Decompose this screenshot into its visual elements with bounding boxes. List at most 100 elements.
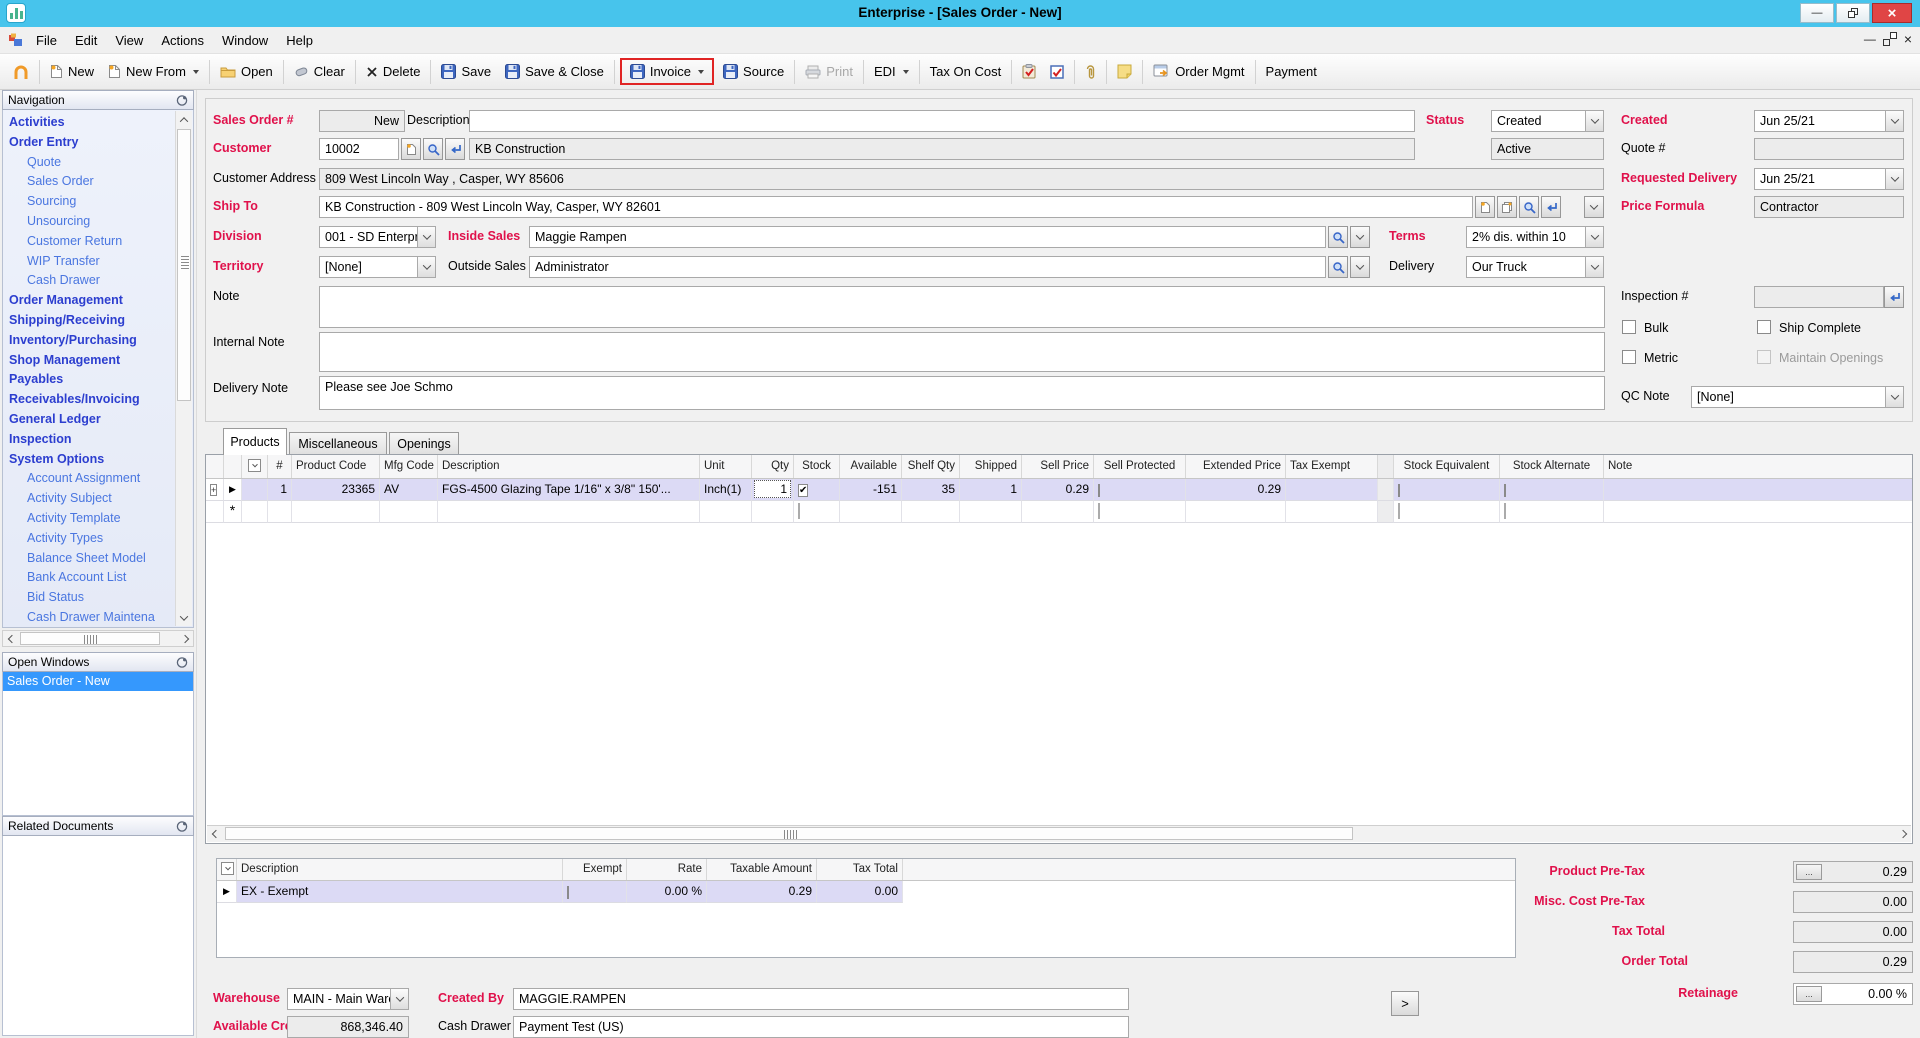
notes-button[interactable]: [1110, 60, 1139, 83]
grid-new-row[interactable]: *: [206, 501, 1912, 523]
attachments-button[interactable]: [1078, 60, 1103, 84]
nav-item-balance-sheet-model[interactable]: Balance Sheet Model: [3, 549, 173, 569]
ship-complete-checkbox[interactable]: [1757, 320, 1771, 334]
col-stock-alternate[interactable]: Stock Alternate: [1500, 455, 1604, 478]
col-tax-description[interactable]: Description: [237, 859, 563, 880]
division-combo[interactable]: 001 - SD Enterprise: [319, 226, 436, 248]
col-taxable-amount[interactable]: Taxable Amount: [707, 859, 817, 880]
nav-item-order-entry[interactable]: Order Entry: [3, 133, 173, 153]
nav-item-shipping-receiving[interactable]: Shipping/Receiving: [3, 311, 173, 331]
nav-item-customer-return[interactable]: Customer Return: [3, 232, 173, 252]
bulk-checkbox[interactable]: [1622, 320, 1636, 334]
edi-button[interactable]: EDI: [867, 60, 916, 83]
menu-view[interactable]: View: [106, 29, 152, 52]
col-description[interactable]: Description: [438, 455, 700, 478]
col-sell-protected[interactable]: Sell Protected: [1094, 455, 1186, 478]
scrollbar-thumb[interactable]: [177, 129, 191, 401]
grid-select-all[interactable]: [242, 455, 268, 478]
metric-checkbox[interactable]: [1622, 350, 1636, 364]
save-button[interactable]: Save: [434, 60, 498, 83]
ship-to-copy-button[interactable]: [1497, 196, 1517, 218]
nav-vertical-scrollbar[interactable]: [175, 111, 192, 626]
payment-button[interactable]: Payment: [1259, 60, 1324, 83]
chevron-down-icon[interactable]: [1885, 169, 1903, 189]
col-shelf-qty[interactable]: Shelf Qty: [902, 455, 960, 478]
terms-combo[interactable]: 2% dis. within 10: [1466, 226, 1604, 248]
nav-item-system-options[interactable]: System Options: [3, 450, 173, 470]
clear-button[interactable]: Clear: [287, 60, 352, 83]
stock-alternate-checkbox[interactable]: [1504, 484, 1506, 497]
restore-button[interactable]: [1836, 3, 1870, 23]
inside-sales-input[interactable]: Maggie Rampen: [529, 226, 1326, 248]
nav-horizontal-scrollbar[interactable]: [2, 630, 194, 647]
scroll-up-icon[interactable]: [176, 111, 192, 128]
menu-edit[interactable]: Edit: [66, 29, 106, 52]
new-from-button[interactable]: New From: [101, 60, 206, 83]
col-tax-exempt[interactable]: Exempt: [563, 859, 627, 880]
scroll-right-icon[interactable]: [176, 631, 193, 647]
ship-to-search-button[interactable]: [1519, 196, 1539, 218]
tab-openings[interactable]: Openings: [389, 432, 459, 455]
close-button[interactable]: ×: [1872, 3, 1912, 23]
next-button[interactable]: >: [1391, 991, 1419, 1016]
description-input[interactable]: [469, 110, 1415, 132]
stock-checkbox-checked[interactable]: ✔: [798, 484, 808, 497]
expand-row-icon[interactable]: +: [210, 484, 217, 496]
ship-to-dropdown-button[interactable]: [1584, 196, 1604, 218]
tax-row-1[interactable]: ▶ EX - Exempt 0.00 % 0.29 0.00: [217, 881, 1515, 903]
note-input[interactable]: [319, 286, 1605, 328]
ship-to-goto-button[interactable]: [1541, 196, 1561, 218]
nav-item-payables[interactable]: Payables: [3, 370, 173, 390]
nav-item-cash-drawer-maintenance[interactable]: Cash Drawer Maintena: [3, 608, 173, 628]
nav-item-sales-order[interactable]: Sales Order: [3, 172, 173, 192]
home-button[interactable]: [6, 60, 36, 84]
nav-item-general-ledger[interactable]: General Ledger: [3, 410, 173, 430]
nav-item-bid-status[interactable]: Bid Status: [3, 588, 173, 608]
chevron-down-icon[interactable]: [1885, 387, 1903, 407]
task-check-button[interactable]: [1043, 61, 1071, 83]
inside-sales-dropdown-button[interactable]: [1350, 226, 1370, 248]
col-sell-price[interactable]: Sell Price: [1022, 455, 1094, 478]
tab-products[interactable]: Products: [223, 428, 287, 455]
tax-select-all[interactable]: [217, 859, 237, 880]
save-close-button[interactable]: Save & Close: [498, 60, 611, 83]
nav-item-bank-account-list[interactable]: Bank Account List: [3, 568, 173, 588]
menu-file[interactable]: File: [27, 29, 66, 52]
tax-on-cost-button[interactable]: Tax On Cost: [923, 60, 1009, 83]
delivery-combo[interactable]: Our Truck: [1466, 256, 1604, 278]
scroll-left-icon[interactable]: [3, 631, 20, 647]
col-tax-total[interactable]: Tax Total: [817, 859, 903, 880]
internal-note-input[interactable]: [319, 332, 1605, 372]
created-date-combo[interactable]: Jun 25/21: [1754, 110, 1904, 132]
customer-search-button[interactable]: [423, 138, 443, 160]
source-button[interactable]: Source: [716, 60, 791, 83]
warehouse-combo[interactable]: MAIN - Main Wareho: [287, 988, 409, 1010]
navigation-panel-header[interactable]: Navigation: [2, 90, 194, 110]
open-button[interactable]: Open: [213, 60, 280, 83]
chevron-down-icon[interactable]: [1885, 111, 1903, 131]
col-num[interactable]: #: [268, 455, 292, 478]
ship-to-new-button[interactable]: [1475, 196, 1495, 218]
related-documents-panel-header[interactable]: Related Documents: [2, 816, 194, 836]
grid-row-1[interactable]: + ▶ 1 23365 AV FGS-4500 Glazing Tape 1/1…: [206, 479, 1912, 501]
nav-item-account-assignment[interactable]: Account Assignment: [3, 469, 173, 489]
outside-sales-input[interactable]: Administrator: [529, 256, 1326, 278]
outside-sales-search-button[interactable]: [1328, 256, 1348, 278]
scrollbar-thumb[interactable]: [20, 632, 160, 645]
nav-item-inspection[interactable]: Inspection: [3, 430, 173, 450]
requested-delivery-combo[interactable]: Jun 25/21: [1754, 168, 1904, 190]
nav-item-shop-management[interactable]: Shop Management: [3, 351, 173, 371]
col-note[interactable]: Note: [1604, 455, 1912, 478]
col-stock-equivalent[interactable]: Stock Equivalent: [1394, 455, 1500, 478]
status-combo[interactable]: Created: [1491, 110, 1604, 132]
scroll-right-icon[interactable]: [1894, 826, 1911, 842]
nav-item-activity-template[interactable]: Activity Template: [3, 509, 173, 529]
col-qty[interactable]: Qty: [752, 455, 794, 478]
nav-item-unsourcing[interactable]: Unsourcing: [3, 212, 173, 232]
tab-miscellaneous[interactable]: Miscellaneous: [289, 432, 387, 455]
menu-window[interactable]: Window: [213, 29, 277, 52]
nav-item-activities[interactable]: Activities: [3, 113, 173, 133]
nav-item-order-management[interactable]: Order Management: [3, 291, 173, 311]
menu-help[interactable]: Help: [277, 29, 322, 52]
invoice-button[interactable]: Invoice: [627, 62, 707, 81]
